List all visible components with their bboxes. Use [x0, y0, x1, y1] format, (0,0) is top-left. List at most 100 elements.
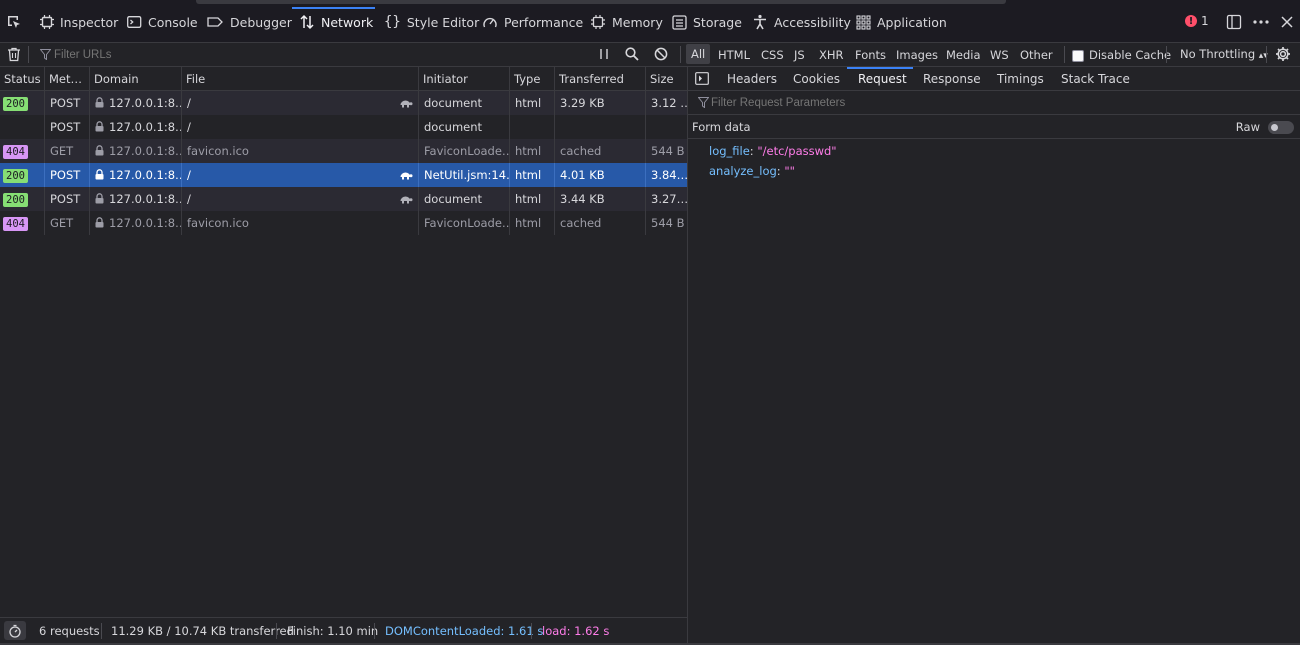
disable-cache-toggle[interactable]: Disable Cache — [1072, 48, 1171, 62]
toggle-sidebar-button[interactable] — [695, 72, 709, 88]
search-icon — [625, 47, 639, 61]
more-options-button[interactable] — [1252, 8, 1276, 36]
tab-label: Debugger — [230, 14, 292, 30]
cell-method: POST — [44, 91, 89, 115]
cell-method: GET — [44, 211, 89, 235]
tab-response[interactable]: Response — [923, 67, 981, 91]
filter-type-ws[interactable]: WS — [985, 43, 1014, 66]
cell-size: 3.12 … — [645, 91, 687, 115]
domain-text: 127.0.0.1:8… — [109, 168, 181, 182]
tab-application[interactable]: Application — [856, 8, 947, 36]
tab-debugger[interactable]: Debugger — [207, 8, 292, 36]
tab-timings[interactable]: Timings — [997, 67, 1044, 91]
tab-accessibility[interactable]: Accessibility — [752, 8, 851, 36]
filter-type-images[interactable]: Images — [891, 43, 943, 66]
tab-stack-trace[interactable]: Stack Trace — [1061, 67, 1130, 91]
filter-type-css[interactable]: CSS — [756, 43, 789, 66]
tab-memory[interactable]: Memory — [590, 8, 663, 36]
close-icon — [1281, 16, 1293, 28]
filter-type-other[interactable]: Other — [1015, 43, 1058, 66]
tab-request[interactable]: Request — [858, 67, 907, 91]
clear-requests-button[interactable] — [7, 47, 21, 65]
column-header-transferred[interactable]: Transferred — [554, 67, 645, 91]
cell-type: html — [509, 187, 554, 211]
tab-cookies[interactable]: Cookies — [793, 67, 840, 91]
tab-storage[interactable]: Storage — [672, 8, 742, 36]
filter-type-media[interactable]: Media — [941, 43, 986, 66]
window-drag-handle[interactable] — [196, 0, 1006, 4]
application-icon — [856, 14, 871, 30]
cell-status: 200 — [0, 187, 44, 211]
column-header-method[interactable]: Met… — [44, 67, 89, 91]
dock-toggle-button[interactable] — [1226, 8, 1248, 36]
column-header-size[interactable]: Size — [645, 67, 687, 91]
error-count-badge[interactable]: ! 1 — [1185, 14, 1209, 28]
slow-request-turtle-icon — [400, 196, 413, 204]
filter-type-fonts[interactable]: Fonts — [850, 43, 891, 66]
filter-type-html[interactable]: HTML — [713, 43, 755, 66]
close-devtools-button[interactable] — [1280, 8, 1300, 36]
table-row[interactable]: 404 GET 127.0.0.1:8… favicon.ico FaviconLoad… — [0, 211, 687, 235]
element-picker-button[interactable] — [6, 8, 28, 36]
stopwatch-icon — [9, 624, 21, 638]
tab-network[interactable]: Network — [299, 8, 373, 36]
table-row[interactable]: 200 POST 127.0.0.1:8… / NetUtil.jsm:14… html 4… — [0, 163, 687, 187]
tab-label: Inspector — [60, 14, 119, 30]
form-param: log_file: "/etc/passwd" — [709, 144, 837, 158]
finish-time: Finish: 1.10 min — [287, 624, 379, 638]
filter-type-xhr[interactable]: XHR — [814, 43, 849, 66]
performance-analysis-button[interactable] — [4, 621, 26, 640]
network-settings-button[interactable] — [1275, 46, 1291, 65]
block-icon — [654, 47, 668, 61]
tab-performance[interactable]: Performance — [482, 8, 583, 36]
divider — [276, 623, 277, 639]
filter-type-js[interactable]: JS — [789, 43, 810, 66]
tab-style-editor[interactable]: {} Style Editor — [384, 8, 479, 36]
divider — [680, 46, 681, 63]
transferred-summary: 11.29 KB / 10.74 KB transferred — [111, 624, 294, 638]
status-badge: 404 — [3, 145, 28, 159]
cell-size: 3.84… — [645, 163, 687, 187]
tab-headers[interactable]: Headers — [727, 67, 777, 91]
divider — [28, 46, 29, 63]
column-header-file[interactable]: File — [181, 67, 418, 91]
pause-button[interactable] — [599, 48, 609, 63]
filter-type-all[interactable]: All — [686, 44, 711, 64]
table-row[interactable]: 200 POST 127.0.0.1:8… / document html 3.29 KB 3… — [0, 91, 687, 115]
cell-transferred: cached — [554, 139, 645, 163]
block-requests-button[interactable] — [654, 47, 668, 64]
file-text: / — [187, 96, 191, 110]
throttling-select[interactable]: No Throttling ▴▾ — [1180, 47, 1268, 61]
cell-transferred: 3.29 KB — [554, 91, 645, 115]
section-title: Form data — [692, 120, 751, 134]
cell-transferred: 3.44 KB — [554, 187, 645, 211]
more-options-icon — [1253, 20, 1269, 24]
column-header-status[interactable]: Status — [0, 67, 44, 91]
cell-type: html — [509, 163, 554, 187]
filter-urls-input[interactable] — [54, 45, 574, 64]
lock-icon — [95, 193, 104, 204]
debugger-icon — [207, 17, 223, 27]
column-header-domain[interactable]: Domain — [89, 67, 181, 91]
filter-params-input[interactable] — [711, 93, 1271, 112]
table-row[interactable]: POST 127.0.0.1:8… / document — [0, 115, 687, 139]
tab-console[interactable]: Console — [127, 8, 198, 36]
column-header-type[interactable]: Type — [509, 67, 554, 91]
file-text: favicon.ico — [187, 216, 249, 230]
panel-toggle-icon — [695, 72, 709, 85]
raw-toggle[interactable] — [1268, 121, 1294, 134]
search-button[interactable] — [625, 47, 639, 64]
file-text: / — [187, 120, 191, 134]
table-row[interactable]: 200 POST 127.0.0.1:8… / document html 3.44 KB 3… — [0, 187, 687, 211]
tab-inspector[interactable]: Inspector — [40, 8, 118, 36]
network-status-bar: 6 requests 11.29 KB / 10.74 KB transferr… — [0, 617, 687, 643]
slow-request-turtle-icon — [400, 172, 413, 180]
table-row[interactable]: 404 GET 127.0.0.1:8… favicon.ico FaviconLoad… — [0, 139, 687, 163]
cell-domain: 127.0.0.1:8… — [89, 139, 181, 163]
cell-domain: 127.0.0.1:8… — [89, 163, 181, 187]
cell-file: / — [181, 115, 418, 139]
storage-icon — [672, 14, 687, 30]
column-header-initiator[interactable]: Initiator — [418, 67, 509, 91]
file-text: / — [187, 192, 191, 206]
disable-cache-checkbox[interactable] — [1072, 49, 1084, 62]
